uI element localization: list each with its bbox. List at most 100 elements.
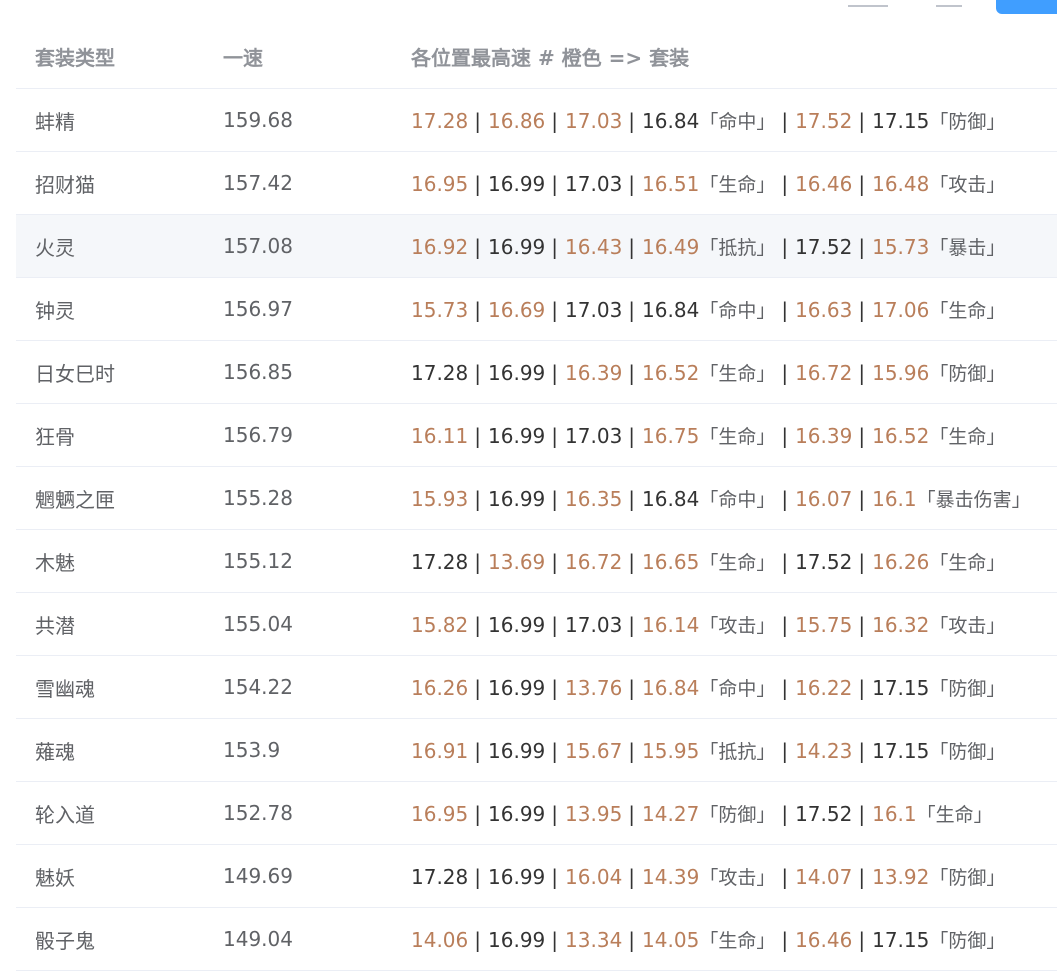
slot-speed-value: 16.52: [642, 360, 700, 385]
slot-main-stat-tag: 「防御」: [929, 110, 1006, 133]
slot-main-stat-tag: 「暴击」: [929, 236, 1006, 259]
slot-speed-value: 15.73: [411, 297, 469, 322]
slot-speed-value: 16.43: [565, 234, 623, 259]
slot-speed-value: 14.27: [642, 801, 700, 826]
slot-speed-value: 16.99: [488, 171, 546, 196]
table-row[interactable]: 雪幽魂 154.22 16.26 | 16.99 | 13.76 | 16.84「命中」 | 16.…: [16, 656, 1057, 719]
row-first-speed: 152.78: [223, 801, 293, 825]
slot-separator: |: [628, 234, 636, 259]
row-first-speed: 156.97: [223, 297, 293, 321]
slot-speed-value: 16.51: [642, 171, 700, 196]
row-slot-speeds: 14.06 | 16.99 | 13.34 | 14.05「生命」 | 16.46 | 17.15「…: [411, 926, 1057, 953]
slot-speed-value: 16.04: [565, 864, 623, 889]
slot-separator: |: [474, 234, 482, 259]
table-row[interactable]: 魅妖 149.69 17.28 | 16.99 | 16.04 | 14.39「攻击」 | 14.0…: [16, 845, 1057, 908]
slot-main-stat-tag: 「生命」: [699, 929, 776, 952]
table-row[interactable]: 蚌精 159.68 17.28 | 16.86 | 17.03 | 16.84「命中」 | 17.5…: [16, 89, 1057, 152]
row-set-name: 狂骨: [35, 424, 75, 449]
table-row[interactable]: 骰子鬼 149.04 14.06 | 16.99 | 13.34 | 14.05「生命」 | 16.…: [16, 908, 1057, 971]
row-slot-speeds: 16.95 | 16.99 | 13.95 | 14.27「防御」 | 17.52 | 16.1「生…: [411, 800, 1057, 827]
row-first-speed: 149.69: [223, 864, 293, 888]
row-slot-speeds: 15.93 | 16.99 | 16.35 | 16.84「命中」 | 16.07 | 16.1「暴…: [411, 485, 1057, 512]
slot-speed-value: 16.48: [872, 171, 930, 196]
slot-speed-value: 14.05: [642, 927, 700, 952]
row-first-speed: 149.04: [223, 927, 293, 951]
slot-separator: |: [551, 675, 559, 700]
slot-speed-value: 16.91: [411, 738, 469, 763]
table-row[interactable]: 招财猫 157.42 16.95 | 16.99 | 17.03 | 16.51「生命」 | 16.…: [16, 152, 1057, 215]
table-row[interactable]: 木魅 155.12 17.28 | 13.69 | 16.72 | 16.65「生命」 | 17.5…: [16, 530, 1057, 593]
row-set-name: 魅妖: [35, 865, 75, 890]
slot-separator: |: [781, 171, 789, 196]
table-row[interactable]: 魍魉之匣 155.28 15.93 | 16.99 | 16.35 | 16.84「命中」 | 16…: [16, 467, 1057, 530]
slot-separator: |: [781, 486, 789, 511]
slot-separator: |: [474, 864, 482, 889]
slot-speed-value: 17.28: [411, 864, 469, 889]
slot-speed-value: 17.15: [872, 108, 930, 133]
slot-speed-value: 15.75: [795, 612, 853, 637]
table-row[interactable]: 日女巳时 156.85 17.28 | 16.99 | 16.39 | 16.52「生命」 | 16…: [16, 341, 1057, 404]
slot-main-stat-tag: 「防御」: [929, 929, 1006, 952]
slot-speed-value: 17.52: [795, 549, 853, 574]
slot-speed-value: 13.34: [565, 927, 623, 952]
slot-separator: |: [781, 360, 789, 385]
slot-separator: |: [858, 423, 866, 448]
column-header-speed[interactable]: 一速: [223, 42, 411, 71]
slot-separator: |: [781, 612, 789, 637]
slot-speed-value: 17.03: [565, 612, 623, 637]
slot-separator: |: [474, 297, 482, 322]
slot-speed-value: 17.52: [795, 801, 853, 826]
column-header-type[interactable]: 套装类型: [16, 42, 223, 71]
slot-main-stat-tag: 「命中」: [699, 677, 776, 700]
slot-main-stat-tag: 「防御」: [699, 803, 776, 826]
table-row[interactable]: 薙魂 153.9 16.91 | 16.99 | 15.67 | 15.95「抵抗」 | 14.23…: [16, 719, 1057, 782]
slot-main-stat-tag: 「攻击」: [699, 866, 776, 889]
slot-speed-value: 16.69: [488, 297, 546, 322]
slot-separator: |: [551, 801, 559, 826]
slot-speed-value: 16.35: [565, 486, 623, 511]
slot-separator: |: [628, 675, 636, 700]
slot-separator: |: [781, 108, 789, 133]
slot-separator: |: [628, 801, 636, 826]
slot-separator: |: [551, 549, 559, 574]
slot-speed-value: 16.84: [642, 108, 700, 133]
slot-speed-value: 15.82: [411, 612, 469, 637]
slot-separator: |: [858, 801, 866, 826]
slot-main-stat-tag: 「防御」: [929, 362, 1006, 385]
table-row[interactable]: 狂骨 156.79 16.11 | 16.99 | 17.03 | 16.75「生命」 | 16.3…: [16, 404, 1057, 467]
slot-speed-value: 16.11: [411, 423, 469, 448]
speed-table: 套装类型 一速 各位置最高速 # 橙色 => 套装 蚌精 159.68 17.28 |…: [16, 24, 1057, 971]
slot-speed-value: 17.03: [565, 297, 623, 322]
table-row[interactable]: 共潜 155.04 15.82 | 16.99 | 17.03 | 16.14「攻击」 | 15.7…: [16, 593, 1057, 656]
slot-speed-value: 16.84: [642, 675, 700, 700]
slot-main-stat-tag: 「生命」: [699, 362, 776, 385]
slot-speed-value: 16.99: [488, 927, 546, 952]
slot-separator: |: [474, 801, 482, 826]
table-row[interactable]: 钟灵 156.97 15.73 | 16.69 | 17.03 | 16.84「命中」 | 16.6…: [16, 278, 1057, 341]
row-slot-speeds: 17.28 | 16.86 | 17.03 | 16.84「命中」 | 17.52 | 17.15「…: [411, 107, 1057, 134]
slot-speed-value: 16.26: [411, 675, 469, 700]
slot-main-stat-tag: 「防御」: [929, 866, 1006, 889]
slot-separator: |: [474, 549, 482, 574]
slot-speed-value: 13.92: [872, 864, 930, 889]
table-row[interactable]: 轮入道 152.78 16.95 | 16.99 | 13.95 | 14.27「防御」 | 17.…: [16, 782, 1057, 845]
slot-main-stat-tag: 「暴击伤害」: [916, 488, 1031, 511]
slot-separator: |: [858, 171, 866, 196]
slot-speed-value: 17.28: [411, 108, 469, 133]
row-set-name: 薙魂: [35, 739, 75, 764]
slot-main-stat-tag: 「生命」: [699, 173, 776, 196]
row-first-speed: 153.9: [223, 738, 281, 762]
slot-speed-value: 16.99: [488, 675, 546, 700]
column-header-detail[interactable]: 各位置最高速 # 橙色 => 套装: [411, 42, 1057, 71]
slot-speed-value: 16.72: [565, 549, 623, 574]
slot-separator: |: [628, 864, 636, 889]
top-control-fragment[interactable]: [936, 0, 962, 7]
table-row[interactable]: 火灵 157.08 16.92 | 16.99 | 16.43 | 16.49「抵抗」 | 17.5…: [16, 215, 1057, 278]
primary-button-partial[interactable]: [996, 0, 1057, 14]
row-set-name: 轮入道: [35, 802, 95, 827]
slot-speed-value: 15.93: [411, 486, 469, 511]
slot-separator: |: [781, 927, 789, 952]
slot-speed-value: 16.1: [872, 801, 917, 826]
row-first-speed: 156.79: [223, 423, 293, 447]
top-control-fragment[interactable]: [848, 0, 888, 7]
